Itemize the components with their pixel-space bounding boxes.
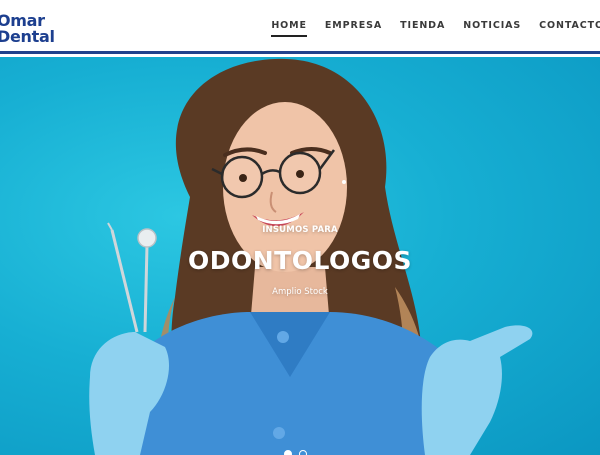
hero-slider: INSUMOS PARA ODONTOLOGOS Amplio Stock — [0, 57, 600, 455]
right-glove — [421, 325, 533, 455]
nav-item-noticias[interactable]: NOTICIAS — [463, 20, 521, 37]
slide-dot-1[interactable] — [284, 450, 292, 455]
nav-item-contacto[interactable]: CONTACTO — [539, 20, 600, 37]
hero-title: ODONTOLOGOS — [187, 246, 413, 275]
site-logo[interactable]: Omar Dental — [0, 13, 55, 45]
hero-subtitle: Amplio Stock — [272, 287, 328, 297]
nav-item-empresa[interactable]: EMPRESA — [325, 20, 382, 37]
site-header: Omar Dental HOME EMPRESA TIENDA NOTICIAS… — [0, 0, 600, 54]
slider-pagination — [284, 450, 307, 455]
dental-mirror-icon — [137, 228, 157, 333]
nav-item-tienda[interactable]: TIENDA — [400, 20, 445, 37]
main-nav: HOME EMPRESA TIENDA NOTICIAS CONTACTO — [271, 20, 600, 37]
nav-item-home[interactable]: HOME — [271, 20, 307, 37]
hero-kicker: INSUMOS PARA — [262, 225, 338, 235]
dental-probe-icon — [107, 222, 139, 333]
slide-dot-2[interactable] — [299, 450, 307, 455]
logo-line-2: Dental — [0, 27, 55, 46]
